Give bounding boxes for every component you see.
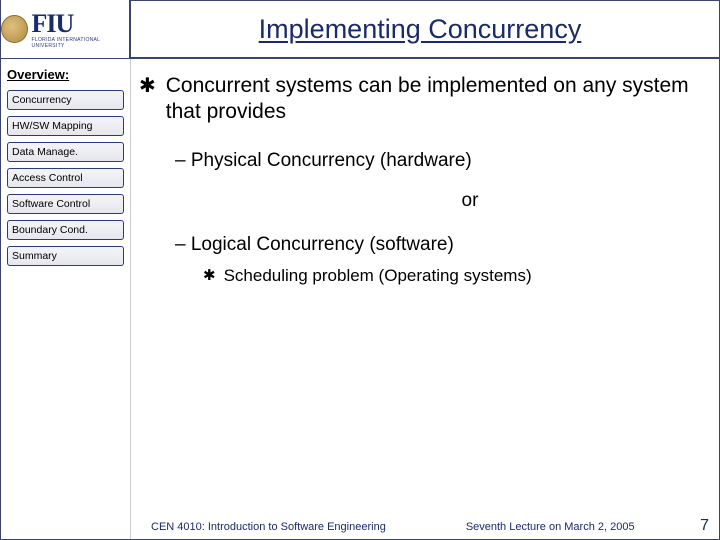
sidebar-item-hwsw-mapping[interactable]: HW/SW Mapping	[7, 116, 124, 136]
sidebar-item-concurrency[interactable]: Concurrency	[7, 90, 124, 110]
page-number: 7	[700, 517, 709, 535]
logo-text-wrap: FIU FLORIDA INTERNATIONAL UNIVERSITY	[32, 9, 129, 49]
slide: FIU FLORIDA INTERNATIONAL UNIVERSITY Imp…	[0, 0, 720, 540]
bullet-sub-scheduling: ✱ Scheduling problem (Operating systems)	[203, 266, 701, 286]
bullet-sub-physical: Physical Concurrency (hardware)	[175, 150, 701, 172]
slide-body: Overview: Concurrency HW/SW Mapping Data…	[1, 59, 719, 539]
sidebar: Overview: Concurrency HW/SW Mapping Data…	[1, 59, 131, 539]
slide-footer: CEN 4010: Introduction to Software Engin…	[1, 521, 719, 533]
bullet-main: ✱ Concurrent systems can be implemented …	[139, 73, 701, 126]
logo-box: FIU FLORIDA INTERNATIONAL UNIVERSITY	[1, 0, 131, 58]
or-text: or	[239, 190, 701, 212]
footer-lecture: Seventh Lecture on March 2, 2005	[466, 521, 635, 533]
university-seal-icon	[1, 15, 28, 43]
sidebar-item-summary[interactable]: Summary	[7, 246, 124, 266]
sidebar-item-data-manage[interactable]: Data Manage.	[7, 142, 124, 162]
sidebar-item-boundary-cond[interactable]: Boundary Cond.	[7, 220, 124, 240]
star-bullet-icon: ✱	[139, 73, 156, 126]
star-bullet-icon: ✱	[203, 266, 216, 286]
slide-header: FIU FLORIDA INTERNATIONAL UNIVERSITY Imp…	[1, 1, 719, 59]
sidebar-item-software-control[interactable]: Software Control	[7, 194, 124, 214]
bullet-sub-scheduling-text: Scheduling problem (Operating systems)	[224, 266, 532, 286]
slide-title: Implementing Concurrency	[131, 14, 709, 45]
content-area: ✱ Concurrent systems can be implemented …	[131, 59, 719, 539]
bullet-main-text: Concurrent systems can be implemented on…	[166, 73, 701, 126]
logo-subtext: FLORIDA INTERNATIONAL UNIVERSITY	[32, 37, 129, 49]
bullet-sub-logical: Logical Concurrency (software)	[175, 234, 701, 256]
sidebar-heading: Overview:	[7, 67, 124, 82]
logo-text: FIU	[32, 9, 129, 39]
sidebar-item-access-control[interactable]: Access Control	[7, 168, 124, 188]
footer-course: CEN 4010: Introduction to Software Engin…	[151, 521, 386, 533]
